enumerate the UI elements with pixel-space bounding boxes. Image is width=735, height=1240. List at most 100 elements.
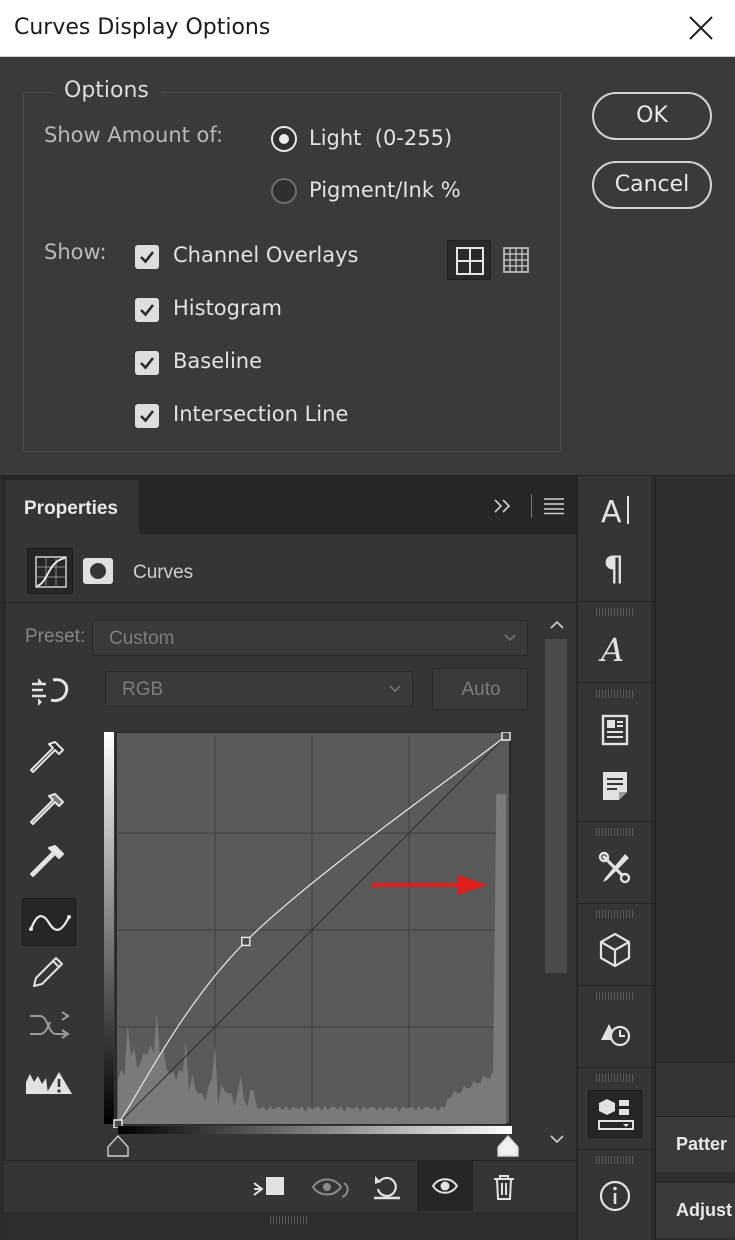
view-previous-state-button[interactable] [310, 1171, 352, 1208]
options-legend: Options [52, 78, 161, 103]
preset-value: Custom [109, 628, 175, 649]
comments-panel-button[interactable] [578, 758, 652, 814]
show-label: Show: [44, 240, 107, 264]
properties-panel-button[interactable] [588, 1090, 642, 1138]
black-point-eyedropper[interactable] [22, 734, 76, 782]
layout-icon [601, 714, 629, 746]
intersection-line-label[interactable]: Intersection Line [173, 402, 348, 426]
channel-overlays-checkbox[interactable] [135, 245, 159, 269]
panel-bottom-bar [4, 1160, 576, 1212]
panel-menu-icon[interactable] [543, 497, 565, 520]
baseline-checkbox[interactable] [135, 351, 159, 375]
curve-control-point-2[interactable] [501, 731, 511, 741]
white-point-slider[interactable] [496, 1134, 520, 1163]
group-grip[interactable] [596, 992, 634, 1000]
toggle-visibility-button[interactable] [417, 1161, 473, 1211]
clipping-warning-tool[interactable] [22, 1060, 76, 1108]
tools-icon [598, 851, 631, 884]
properties-icon [598, 1099, 634, 1130]
tabbar-divider [531, 494, 532, 518]
clip-to-layer-icon [253, 1177, 284, 1196]
character-panel-button[interactable]: A [578, 482, 652, 538]
reset-button[interactable] [370, 1171, 404, 1208]
divider [578, 903, 652, 904]
info-panel-button[interactable] [578, 1168, 652, 1224]
group-grip[interactable] [596, 690, 634, 698]
delete-adjustment-button[interactable] [488, 1171, 520, 1208]
clipping-warning-icon [26, 1072, 72, 1094]
eye-previous-icon [311, 1178, 349, 1198]
glyphs-panel-button[interactable]: A [578, 620, 652, 676]
panel-footer [4, 1212, 576, 1240]
right-panels-area: Patter Adjust [655, 476, 735, 1240]
gray-point-eyedropper[interactable] [22, 786, 76, 834]
on-image-adjust-icon[interactable] [29, 674, 71, 713]
glyphs-icon: A [598, 631, 624, 668]
histogram-label[interactable]: Histogram [173, 296, 282, 320]
draw-curve-tool[interactable] [22, 948, 76, 996]
light-radio-label[interactable]: Light (0-255) [309, 126, 452, 150]
group-grip[interactable] [596, 1074, 634, 1082]
cancel-button[interactable]: Cancel [592, 161, 712, 209]
grid-10x10-button[interactable] [495, 240, 539, 280]
baseline-label[interactable]: Baseline [173, 349, 262, 373]
cube-icon [599, 932, 631, 968]
eyedropper-black-icon [30, 741, 64, 773]
channel-value: RGB [122, 679, 164, 700]
group-grip[interactable] [596, 910, 634, 918]
panel-strip [656, 1062, 735, 1116]
info-icon [599, 1180, 631, 1212]
curves-graph[interactable] [104, 731, 512, 1129]
eyedropper-white-icon [30, 845, 64, 877]
histogram-checkbox[interactable] [135, 298, 159, 322]
chevron-up-icon [550, 620, 564, 629]
history-panel-button[interactable] [578, 1004, 652, 1060]
grid-fine-icon [503, 247, 529, 273]
light-radio[interactable] [271, 126, 297, 152]
group-grip[interactable] [596, 608, 634, 616]
channel-overlays-label[interactable]: Channel Overlays [173, 243, 358, 267]
clip-to-layer-button[interactable] [250, 1171, 290, 1208]
3d-panel-button[interactable] [578, 922, 652, 978]
ok-button[interactable]: OK [592, 92, 712, 140]
white-point-eyedropper[interactable] [22, 838, 76, 886]
note-icon [603, 772, 627, 800]
layer-mask-icon[interactable] [81, 554, 115, 588]
divider [578, 985, 652, 986]
channel-select[interactable]: RGB [105, 671, 413, 707]
pigment-radio-label[interactable]: Pigment/Ink % [309, 178, 461, 202]
collapse-panels-icon[interactable] [492, 496, 516, 521]
svg-text:¶: ¶ [603, 549, 625, 586]
notes-panel-button[interactable] [578, 702, 652, 758]
panel-tabbar: Properties [5, 476, 577, 534]
panel-scrollbar[interactable] [543, 605, 571, 1160]
curves-adjustment-icon[interactable] [27, 548, 73, 594]
chevron-down-icon [550, 1135, 564, 1144]
close-icon[interactable] [687, 14, 715, 42]
tab-adjustments-label: Adjust [676, 1200, 732, 1220]
paragraph-panel-button[interactable]: ¶ [578, 538, 652, 594]
grid-4x4-button[interactable] [447, 240, 491, 280]
checkmark-icon [140, 251, 155, 264]
tab-patterns[interactable]: Patter [656, 1116, 735, 1172]
scrollbar-thumb[interactable] [545, 639, 567, 973]
resize-grip[interactable] [270, 1216, 308, 1224]
group-grip[interactable] [596, 1156, 634, 1164]
curve-points-tool[interactable] [22, 898, 76, 946]
tab-adjustments[interactable]: Adjust [656, 1182, 735, 1238]
tool-presets-button[interactable] [578, 840, 652, 896]
pigment-radio[interactable] [271, 178, 297, 204]
curves-chart[interactable] [104, 731, 512, 1129]
curve-control-point-1[interactable] [241, 936, 251, 947]
svg-text:A: A [598, 631, 624, 668]
show-amount-label: Show Amount of: [44, 123, 224, 147]
dialog-title: Curves Display Options [14, 15, 271, 40]
black-point-slider[interactable] [106, 1134, 130, 1163]
smooth-curve-tool[interactable] [22, 1002, 76, 1050]
auto-button[interactable]: Auto [432, 668, 528, 710]
tab-properties[interactable]: Properties [5, 480, 139, 534]
divider [578, 1067, 652, 1068]
group-grip[interactable] [596, 828, 634, 836]
intersection-line-checkbox[interactable] [135, 404, 159, 428]
preset-select[interactable]: Custom [92, 620, 528, 656]
